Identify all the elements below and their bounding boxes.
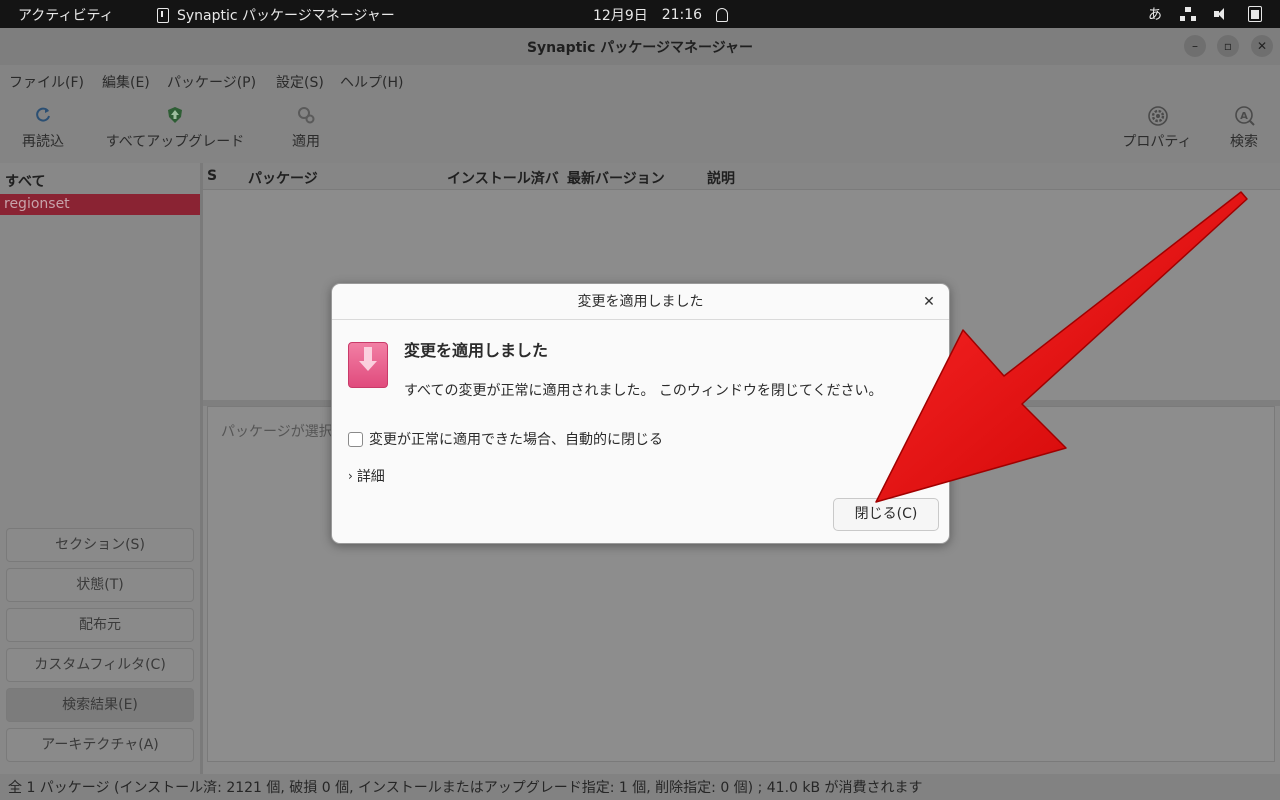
reload-icon (33, 105, 53, 125)
description-placeholder: パッケージが選択 (221, 424, 333, 440)
checkbox-box[interactable] (348, 431, 363, 447)
properties-button[interactable]: プロパティ (1118, 95, 1196, 163)
column-installed-version[interactable]: インストール済バ (447, 168, 559, 188)
origin-button[interactable]: 配布元 (6, 608, 194, 642)
sections-button[interactable]: セクション(S) (6, 528, 194, 562)
window-title: Synaptic パッケージマネージャー (526, 40, 754, 56)
system-top-bar: アクティビティ Synaptic パッケージマネージャー 12月9日 21:16… (0, 0, 1280, 28)
status-button[interactable]: 状態(T) (6, 568, 194, 602)
battery-icon (1248, 6, 1262, 22)
clock[interactable]: 12月9日 21:16 (593, 5, 729, 25)
search-label: 検索 (1230, 134, 1258, 150)
close-window-button[interactable]: ✕ (1251, 35, 1273, 57)
volume-icon (1214, 7, 1230, 21)
shield-upgrade-icon (165, 105, 185, 125)
properties-label: プロパティ (1122, 134, 1192, 150)
package-list-header: S パッケージ インストール済バ 最新バージョン 説明 (203, 163, 1280, 190)
column-package[interactable]: パッケージ (248, 168, 318, 188)
app-menu-label: Synaptic パッケージマネージャー (177, 8, 395, 24)
auto-close-checkbox[interactable]: 変更が正常に適用できた場合、自動的に閉じる (348, 429, 663, 449)
custom-filters-button[interactable]: カスタムフィルタ(C) (6, 648, 194, 682)
restore-button[interactable]: ▫ (1217, 35, 1239, 57)
dialog-title: 変更を適用しました (332, 284, 949, 320)
svg-text:A: A (1240, 111, 1248, 122)
search-button[interactable]: A 検索 (1222, 95, 1266, 163)
menu-settings[interactable]: 設定(S) (276, 72, 324, 92)
statusbar: 全 1 パッケージ (インストール済: 2121 個, 破損 0 個, インスト… (0, 774, 1280, 800)
gear-icon (1147, 105, 1168, 126)
input-method-indicator[interactable]: あ (1148, 4, 1162, 24)
toolbar: 再読込 すべてアップグレード 適用 プロパティ A 検索 (0, 95, 1280, 163)
apply-button[interactable]: 適用 (282, 95, 330, 163)
chevron-right-icon: › (348, 469, 353, 483)
system-tray[interactable]: あ (1148, 4, 1262, 24)
network-icon (1180, 7, 1196, 21)
time-label: 21:16 (661, 7, 703, 23)
reload-button[interactable]: 再読込 (12, 95, 74, 163)
close-button[interactable]: 閉じる(C) (833, 498, 939, 531)
window-titlebar[interactable]: Synaptic パッケージマネージャー – ▫ ✕ (0, 28, 1280, 65)
dialog-heading: 変更を適用しました (404, 341, 549, 360)
menubar: ファイル(F) 編集(E) パッケージ(P) 設定(S) ヘルプ(H) (0, 65, 1280, 95)
auto-close-label[interactable]: 変更が正常に適用できた場合、自動的に閉じる (369, 429, 663, 449)
dialog-close-icon[interactable]: ✕ (919, 292, 939, 312)
gears-icon (296, 105, 316, 125)
minimize-button[interactable]: – (1184, 35, 1206, 57)
dialog-message: すべての変更が正常に適用されました。 このウィンドウを閉じてください。 (404, 383, 883, 399)
changes-applied-dialog: 変更を適用しました ✕ 変更を適用しました すべての変更が正常に適用されました。… (331, 283, 950, 544)
activities-button[interactable]: アクティビティ (18, 5, 114, 25)
column-latest-version[interactable]: 最新バージョン (567, 168, 665, 188)
filter-list-header[interactable]: すべて (5, 171, 45, 191)
menu-package[interactable]: パッケージ(P) (167, 72, 256, 92)
menu-file[interactable]: ファイル(F) (9, 72, 84, 92)
architecture-button[interactable]: アーキテクチャ(A) (6, 728, 194, 762)
bell-icon (716, 8, 729, 22)
package-install-icon (348, 342, 388, 388)
date-label: 12月9日 (593, 8, 648, 24)
details-expander[interactable]: › 詳細 (348, 466, 385, 486)
search-results-button[interactable]: 検索結果(E) (6, 688, 194, 722)
status-text: 全 1 パッケージ (インストール済: 2121 個, 破損 0 個, インスト… (8, 780, 923, 796)
menu-edit[interactable]: 編集(E) (102, 72, 150, 92)
app-menu[interactable]: Synaptic パッケージマネージャー (157, 5, 395, 25)
column-status[interactable]: S (207, 168, 217, 184)
filter-pane: すべて regionset セクション(S) 状態(T) 配布元 カスタムフィル… (0, 163, 200, 774)
menu-help[interactable]: ヘルプ(H) (340, 72, 403, 92)
search-icon: A (1234, 105, 1255, 126)
upgrade-all-button[interactable]: すべてアップグレード (100, 95, 250, 163)
reload-label: 再読込 (22, 134, 64, 150)
filter-item-selected[interactable]: regionset (0, 194, 200, 215)
column-description[interactable]: 説明 (707, 168, 735, 188)
app-icon (157, 7, 169, 23)
details-label: 詳細 (356, 469, 385, 485)
apply-label: 適用 (292, 134, 320, 150)
upgrade-all-label: すべてアップグレード (105, 134, 245, 150)
